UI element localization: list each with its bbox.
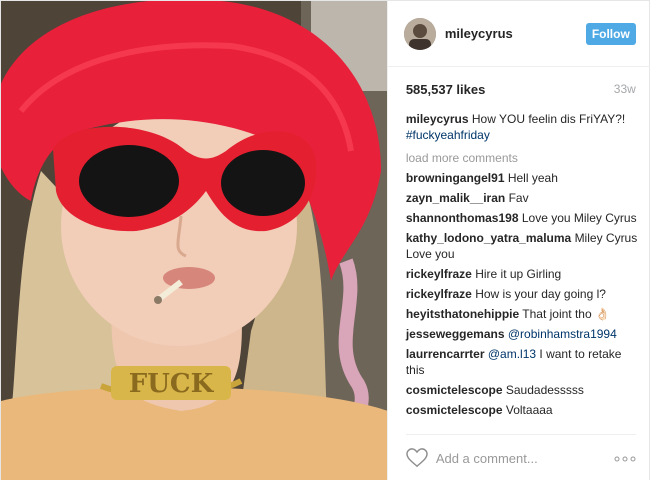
post-details-panel: mileycyrus Follow 585,537 likes 33w mile… [386,1,650,480]
comments-list: mileycyrus How YOU feelin dis FriYAY?! #… [406,111,638,422]
comment-item: cosmictelescope Saudadesssss [406,382,638,398]
post-stats: 585,537 likes 33w [406,82,636,98]
caption-hashtag[interactable]: #fuckyeahfriday [406,127,638,143]
comment-item: jesseweggemans @robinhamstra1994 [406,326,638,342]
load-more-comments-link[interactable]: load more comments [406,150,638,166]
selfie-image: FUCK [1,1,387,480]
comment-username[interactable]: cosmictelescope [406,403,503,417]
comment-text: Love you Miley Cyrus [521,211,637,225]
comment-item: heyitsthatonehippie That joint tho 👌🏻 [406,306,638,322]
comment-text: Saudadesssss [505,383,584,397]
comment-username[interactable]: browningangel91 [406,171,505,185]
comment-item: laurrencarrter @am.l13 I want to retake … [406,346,638,378]
necklace-text: FUCK [129,369,215,399]
comment-username[interactable]: heyitsthatonehippie [406,307,519,321]
comment-username[interactable]: jesseweggemans [406,327,505,341]
follow-button[interactable]: Follow [585,23,636,45]
post-photo[interactable]: FUCK [1,1,387,480]
comment-text: Fav [508,191,529,205]
comment-item: kathy_lodono_yatra_maluma Miley Cyrus Lo… [406,230,638,262]
post-age[interactable]: 33w [614,82,636,96]
comment-text: Hell yeah [507,171,558,185]
add-comment-input[interactable] [435,448,596,468]
caption-text: How YOU feelin dis FriYAY?! [471,112,626,126]
comment-text: That joint tho 👌🏻 [522,307,610,321]
heart-icon[interactable] [406,448,428,468]
comment-username[interactable]: zayn_malik__iran [406,191,505,205]
comment-mention[interactable]: @robinhamstra1994 [508,327,617,341]
comment-item: rickeylfraze Hire it up Girling [406,266,638,282]
header-username[interactable]: mileycyrus [445,26,513,41]
comment-username[interactable]: laurrencarrter [406,347,485,361]
comment-username[interactable]: cosmictelescope [406,383,503,397]
comment-item: cosmictelescope Voltaaaa [406,402,638,418]
comment-username[interactable]: kathy_lodono_yatra_maluma [406,231,571,245]
more-options-icon[interactable] [614,456,636,462]
likes-count[interactable]: 585,537 likes [406,82,486,97]
post-header: mileycyrus Follow [387,1,650,67]
comment-text: Hire it up Girling [475,267,562,281]
add-comment-bar [405,434,636,480]
comment-item: rickeylfraze How is your day going l? [406,286,638,302]
comment-username[interactable]: shannonthomas198 [406,211,519,225]
comment-username[interactable]: rickeylfraze [406,287,472,301]
comment-text: Voltaaaa [505,403,553,417]
avatar[interactable] [403,18,436,50]
comment-item: browningangel91 Hell yeah [406,170,638,186]
comment-mention[interactable]: @am.l13 [488,347,536,361]
caption: mileycyrus How YOU feelin dis FriYAY?! #… [406,111,638,143]
comment-username[interactable]: rickeylfraze [406,267,472,281]
comment-item: shannonthomas198 Love you Miley Cyrus [406,210,638,226]
instagram-post: FUCK mileycyrus Follow 585,537 likes 33w… [0,0,650,480]
comment-item: zayn_malik__iran Fav [406,190,638,206]
caption-username[interactable]: mileycyrus [406,112,469,126]
comment-text: How is your day going l? [475,287,606,301]
